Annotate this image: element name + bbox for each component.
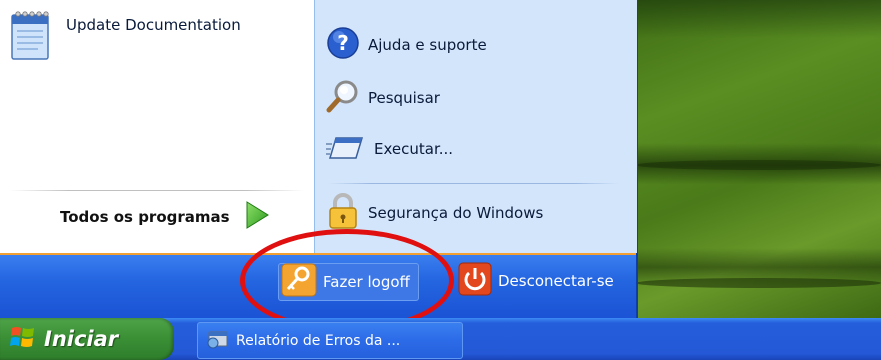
- menu-item-help-support[interactable]: ? Ajuda e suporte: [326, 27, 487, 63]
- divider: [10, 190, 304, 191]
- lock-icon: [326, 192, 360, 234]
- all-programs-label: Todos os programas: [60, 208, 230, 226]
- taskbar-item-label: Relatório de Erros da ...: [236, 332, 401, 349]
- menu-item-search[interactable]: Pesquisar: [326, 80, 440, 116]
- wallpaper-detail: [636, 278, 881, 288]
- search-icon: [326, 79, 360, 117]
- pinned-item-update-documentation[interactable]: Update Documentation: [8, 8, 241, 68]
- error-report-icon: [206, 328, 230, 354]
- key-icon: [281, 263, 317, 301]
- power-icon: [458, 262, 492, 300]
- menu-item-label: Segurança do Windows: [368, 204, 544, 222]
- menu-item-label: Pesquisar: [368, 89, 440, 107]
- all-programs-button[interactable]: Todos os programas: [60, 200, 270, 234]
- wallpaper-detail: [636, 160, 881, 170]
- logoff-label: Fazer logoff: [323, 273, 410, 291]
- arrow-right-icon: [244, 200, 270, 234]
- menu-item-label: Executar...: [374, 140, 454, 158]
- disconnect-label: Desconectar-se: [498, 272, 614, 290]
- help-icon: ?: [326, 26, 360, 64]
- desktop-wallpaper: [636, 0, 881, 318]
- taskbar-item[interactable]: Relatório de Erros da ...: [197, 322, 463, 359]
- logoff-button[interactable]: Fazer logoff: [278, 263, 419, 301]
- start-button[interactable]: Iniciar: [0, 318, 174, 360]
- menu-item-run[interactable]: Executar...: [326, 131, 453, 167]
- run-icon: [326, 132, 366, 166]
- divider: [328, 183, 618, 184]
- disconnect-button[interactable]: Desconectar-se: [458, 262, 614, 300]
- windows-logo-icon: [10, 325, 36, 353]
- notepad-icon: [8, 9, 54, 67]
- start-button-label: Iniciar: [44, 327, 119, 351]
- svg-text:?: ?: [337, 31, 349, 55]
- pinned-item-label: Update Documentation: [66, 16, 241, 34]
- menu-item-windows-security[interactable]: Segurança do Windows: [326, 192, 544, 234]
- menu-item-label: Ajuda e suporte: [368, 36, 487, 54]
